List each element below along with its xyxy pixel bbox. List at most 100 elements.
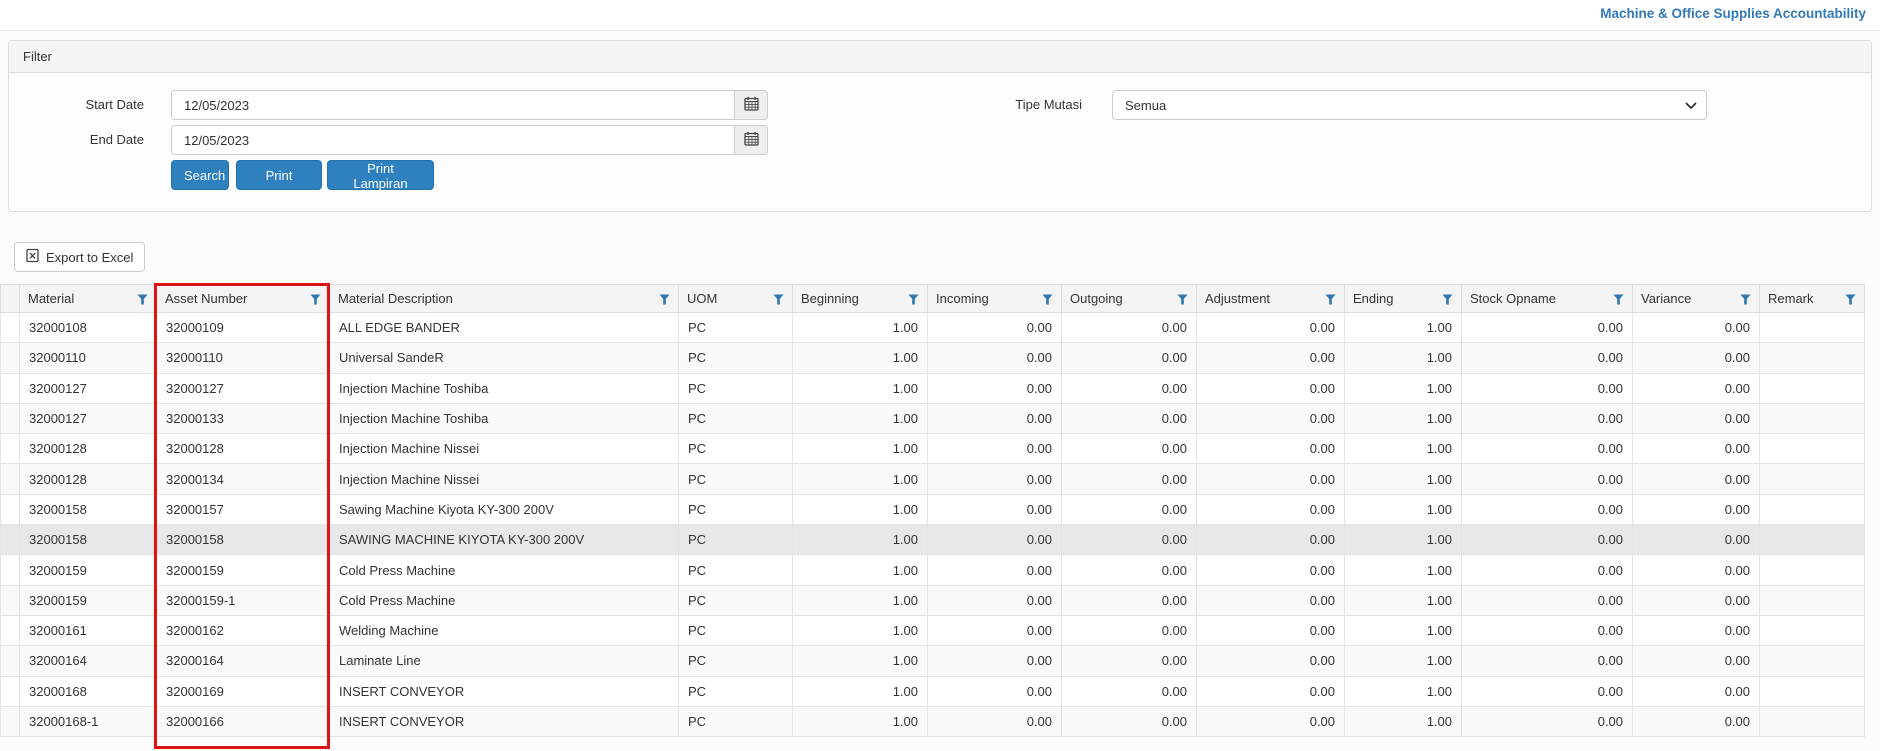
filter-icon[interactable] [1042,293,1053,308]
cell-incoming: 0.00 [928,434,1062,464]
cell-beginning: 1.00 [793,494,928,524]
cell-beginning: 1.00 [793,646,928,676]
app-title-link[interactable]: Machine & Office Supplies Accountability [1600,6,1866,21]
column-header-adjustment[interactable]: Adjustment [1197,285,1345,313]
table-row[interactable]: 3200010832000109ALL EDGE BANDERPC1.000.0… [1,313,1865,343]
cell-blank [1,403,20,433]
column-header-ending[interactable]: Ending [1345,285,1462,313]
table-row[interactable]: 3200015932000159Cold Press MachinePC1.00… [1,555,1865,585]
cell-adjustment: 0.00 [1197,676,1345,706]
filter-icon[interactable] [773,293,784,308]
table-row[interactable]: 3200016832000169INSERT CONVEYORPC1.000.0… [1,676,1865,706]
print-lampiran-button[interactable]: Print Lampiran [327,160,434,190]
cell-adjustment: 0.00 [1197,585,1345,615]
cell-beginning: 1.00 [793,403,928,433]
filter-icon[interactable] [1325,293,1336,308]
cell-material_description: INSERT CONVEYOR [330,706,679,736]
column-header-incoming[interactable]: Incoming [928,285,1062,313]
table-row[interactable]: 32000168-132000166INSERT CONVEYORPC1.000… [1,706,1865,736]
cell-remark [1760,434,1865,464]
table-row[interactable]: 3200012832000128Injection Machine Nissei… [1,434,1865,464]
end-date-label: End Date [9,125,144,155]
cell-beginning: 1.00 [793,676,928,706]
cell-adjustment: 0.00 [1197,373,1345,403]
tipe-mutasi-label: Tipe Mutasi [909,90,1082,120]
column-header-remark[interactable]: Remark [1760,285,1865,313]
column-header-beginning[interactable]: Beginning [793,285,928,313]
end-date-input[interactable] [171,125,735,155]
cell-uom: PC [679,434,793,464]
cell-asset_number: 32000134 [157,464,330,494]
print-button[interactable]: Print [236,160,322,190]
cell-material: 32000110 [20,343,157,373]
table-row[interactable]: 3200012832000134Injection Machine Nissei… [1,464,1865,494]
filter-icon[interactable] [659,293,670,308]
cell-outgoing: 0.00 [1062,313,1197,343]
calendar-icon [744,96,759,114]
table-row[interactable]: 3200011032000110Universal SandeRPC1.000.… [1,343,1865,373]
cell-outgoing: 0.00 [1062,615,1197,645]
filter-icon[interactable] [908,293,919,308]
cell-incoming: 0.00 [928,646,1062,676]
cell-variance: 0.00 [1633,676,1760,706]
cell-variance: 0.00 [1633,313,1760,343]
cell-material_description: Injection Machine Toshiba [330,373,679,403]
table-row[interactable]: 3200016132000162Welding MachinePC1.000.0… [1,615,1865,645]
filter-icon[interactable] [1740,293,1751,308]
cell-stock_opname: 0.00 [1462,525,1633,555]
cell-blank [1,494,20,524]
cell-asset_number: 32000128 [157,434,330,464]
table-row[interactable]: 3200015832000158SAWING MACHINE KIYOTA KY… [1,525,1865,555]
column-header-uom[interactable]: UOM [679,285,793,313]
cell-ending: 1.00 [1345,555,1462,585]
filter-icon[interactable] [1613,293,1624,308]
cell-ending: 1.00 [1345,434,1462,464]
cell-material: 32000158 [20,494,157,524]
cell-ending: 1.00 [1345,706,1462,736]
column-header-asset_number[interactable]: Asset Number [157,285,330,313]
cell-remark [1760,706,1865,736]
cell-uom: PC [679,464,793,494]
cell-beginning: 1.00 [793,615,928,645]
cell-outgoing: 0.00 [1062,343,1197,373]
cell-beginning: 1.00 [793,555,928,585]
cell-incoming: 0.00 [928,585,1062,615]
table-row[interactable]: 3200015932000159-1Cold Press MachinePC1.… [1,585,1865,615]
filter-panel: Filter Start Date End Date [8,40,1872,212]
export-to-excel-button[interactable]: Export to Excel [14,242,145,272]
column-header-stock_opname[interactable]: Stock Opname [1462,285,1633,313]
column-header-variance[interactable]: Variance [1633,285,1760,313]
cell-asset_number: 32000157 [157,494,330,524]
start-date-calendar-button[interactable] [735,90,768,120]
column-header-label: Variance [1641,291,1691,306]
cell-material: 32000168 [20,676,157,706]
filter-icon[interactable] [310,293,321,308]
cell-variance: 0.00 [1633,555,1760,585]
cell-blank [1,464,20,494]
cell-incoming: 0.00 [928,676,1062,706]
cell-incoming: 0.00 [928,555,1062,585]
table-row[interactable]: 3200012732000133Injection Machine Toshib… [1,403,1865,433]
column-header-label: Outgoing [1070,291,1123,306]
tipe-mutasi-select[interactable]: Semua [1112,90,1707,120]
filter-icon[interactable] [137,293,148,308]
filter-icon[interactable] [1442,293,1453,308]
cell-remark [1760,464,1865,494]
start-date-input[interactable] [171,90,735,120]
table-row[interactable]: 3200016432000164Laminate LinePC1.000.000… [1,646,1865,676]
cell-material_description: SAWING MACHINE KIYOTA KY-300 200V [330,525,679,555]
cell-material: 32000158 [20,525,157,555]
column-header-material_description[interactable]: Material Description [330,285,679,313]
export-to-excel-label: Export to Excel [46,250,133,265]
cell-remark [1760,555,1865,585]
table-row[interactable]: 3200012732000127Injection Machine Toshib… [1,373,1865,403]
end-date-calendar-button[interactable] [735,125,768,155]
column-header-outgoing[interactable]: Outgoing [1062,285,1197,313]
cell-remark [1760,585,1865,615]
column-header-material[interactable]: Material [20,285,157,313]
column-header-label: Material Description [338,291,453,306]
filter-icon[interactable] [1845,293,1856,308]
search-button[interactable]: Search [171,160,229,190]
filter-icon[interactable] [1177,293,1188,308]
table-row[interactable]: 3200015832000157Sawing Machine Kiyota KY… [1,494,1865,524]
